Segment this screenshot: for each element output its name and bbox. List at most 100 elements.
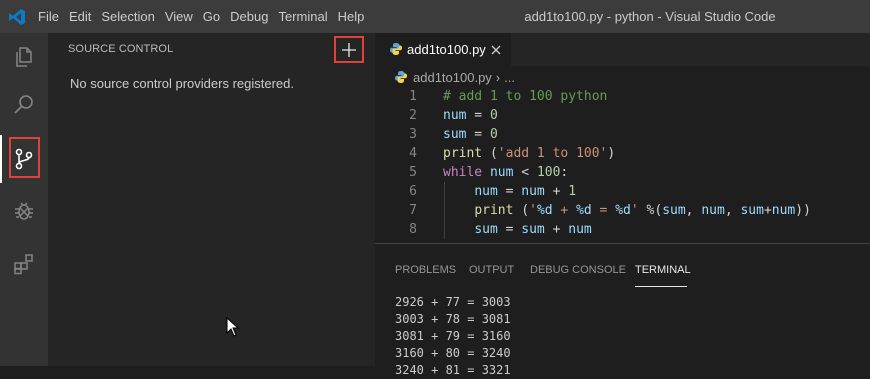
code-token: sum bbox=[662, 203, 686, 218]
code-token: num bbox=[771, 203, 796, 218]
code-token: ) bbox=[607, 146, 616, 161]
code-token: num bbox=[474, 184, 498, 199]
code-line[interactable]: 5 while num < 100: bbox=[375, 163, 870, 182]
tab-terminal[interactable]: TERMINAL bbox=[635, 264, 691, 276]
source-control-sidebar: SOURCE CONTROL No source control provide… bbox=[48, 33, 375, 366]
code-text: while num < 100: bbox=[443, 163, 568, 182]
code-token: + bbox=[544, 184, 569, 199]
no-providers-message: No source control providers registered. bbox=[70, 76, 294, 91]
menu-debug[interactable]: Debug bbox=[225, 0, 273, 33]
code-text: # add 1 to 100 python bbox=[443, 87, 607, 106]
code-token: + bbox=[544, 222, 569, 237]
debug-icon bbox=[15, 202, 33, 220]
code-token: = bbox=[466, 127, 490, 142]
line-number: 7 bbox=[409, 203, 417, 218]
line-number: 5 bbox=[409, 165, 417, 180]
code-token: , bbox=[724, 203, 741, 218]
breadcrumb: add1to100.py › ... bbox=[395, 67, 515, 87]
menu-selection[interactable]: Selection bbox=[96, 0, 159, 33]
breadcrumb-file[interactable]: add1to100.py bbox=[413, 70, 492, 85]
tab-output[interactable]: OUTPUT bbox=[469, 264, 514, 276]
tab-label: add1to100.py bbox=[407, 42, 486, 57]
code-token: while bbox=[443, 165, 483, 180]
code-text: print ('%d + %d = %d' %(sum, num, sum+nu… bbox=[443, 201, 811, 220]
line-number: 3 bbox=[409, 127, 417, 142]
code-token: # add 1 to 100 python bbox=[443, 89, 608, 104]
code-line[interactable]: 7 print ('%d + %d = %d' %(sum, num, sum+… bbox=[375, 201, 870, 220]
code-token: print bbox=[474, 203, 514, 218]
code-token: ( bbox=[513, 203, 530, 218]
code-line[interactable]: 8 sum = sum + num bbox=[375, 220, 870, 239]
code-token: num bbox=[489, 165, 514, 180]
explorer-icon bbox=[16, 47, 32, 67]
tab-debug-console[interactable]: DEBUG CONSOLE bbox=[530, 264, 626, 276]
code-token: num bbox=[568, 222, 592, 237]
add-button-highlight bbox=[334, 36, 364, 63]
indent-guide bbox=[444, 182, 445, 239]
activity-bar bbox=[0, 33, 48, 366]
code-token: = bbox=[497, 184, 522, 199]
code-editor[interactable]: 1 # add 1 to 100 python 2 num = 0 3 sum = 0 4 p… bbox=[375, 87, 870, 243]
code-token: + bbox=[552, 203, 577, 218]
code-token: 0 bbox=[489, 108, 498, 123]
code-token: + bbox=[763, 203, 772, 218]
tab-add1to100[interactable]: add1to100.py bbox=[375, 33, 511, 66]
menu-go[interactable]: Go bbox=[198, 0, 225, 33]
activity-debug[interactable] bbox=[0, 187, 48, 235]
code-token: num bbox=[443, 108, 467, 123]
tab-problems[interactable]: PROBLEMS bbox=[395, 264, 456, 276]
search-icon bbox=[14, 95, 33, 114]
code-token: sum bbox=[740, 203, 764, 218]
code-line[interactable]: 3 sum = 0 bbox=[375, 125, 870, 144]
code-token: , bbox=[685, 203, 702, 218]
source-control-highlight bbox=[9, 137, 40, 178]
code-text: print ('add 1 to 100') bbox=[443, 144, 615, 163]
activity-explorer[interactable] bbox=[0, 33, 48, 81]
breadcrumb-symbol[interactable]: ... bbox=[504, 70, 515, 85]
extensions-icon bbox=[14, 254, 33, 275]
code-text: num = 0 bbox=[443, 106, 498, 125]
sidebar-title: SOURCE CONTROL bbox=[68, 43, 174, 55]
code-token: 'add 1 to 100' bbox=[497, 146, 608, 161]
code-token: sum bbox=[474, 222, 498, 237]
python-file-icon bbox=[395, 71, 407, 83]
menu-terminal[interactable]: Terminal bbox=[273, 0, 332, 33]
window-title: add1to100.py - python - Visual Studio Co… bbox=[524, 9, 776, 24]
menu-edit[interactable]: Edit bbox=[64, 0, 96, 33]
terminal-line: 3160 + 80 = 3240 bbox=[395, 346, 511, 360]
line-number: 8 bbox=[409, 222, 417, 237]
title-bar: File Edit Selection View Go Debug Termin… bbox=[0, 0, 870, 33]
line-number: 4 bbox=[409, 146, 417, 161]
activity-search[interactable] bbox=[0, 81, 48, 129]
vscode-logo-icon bbox=[9, 9, 25, 25]
breadcrumb-separator: › bbox=[495, 69, 501, 85]
code-text: sum = 0 bbox=[443, 125, 498, 144]
code-line[interactable]: 4 print ('add 1 to 100') bbox=[375, 144, 870, 163]
code-line[interactable]: 6 num = num + 1 bbox=[375, 182, 870, 201]
close-icon[interactable] bbox=[489, 43, 503, 57]
code-token: < bbox=[513, 165, 537, 180]
code-token: %d bbox=[576, 203, 592, 218]
code-token: : bbox=[560, 165, 569, 180]
code-token: %d bbox=[615, 203, 631, 218]
code-token: 100 bbox=[536, 165, 561, 180]
terminal-line: 3003 + 78 = 3081 bbox=[395, 312, 511, 326]
code-token: print bbox=[443, 146, 483, 161]
code-text: sum = sum + num bbox=[443, 220, 592, 239]
code-token: 1 bbox=[568, 184, 577, 199]
code-token: = bbox=[466, 108, 490, 123]
line-number: 2 bbox=[409, 108, 417, 123]
code-line[interactable]: 1 # add 1 to 100 python bbox=[375, 87, 870, 106]
menu-file[interactable]: File bbox=[33, 0, 64, 33]
mouse-pointer-icon bbox=[226, 317, 240, 337]
menu-view[interactable]: View bbox=[160, 0, 198, 33]
terminal-line: 2926 + 77 = 3003 bbox=[395, 295, 511, 309]
code-token: sum bbox=[521, 222, 545, 237]
code-line[interactable]: 2 num = 0 bbox=[375, 106, 870, 125]
code-token: = bbox=[591, 203, 616, 218]
menu-help[interactable]: Help bbox=[333, 0, 370, 33]
code-token: = bbox=[497, 222, 522, 237]
activity-extensions[interactable] bbox=[0, 240, 48, 288]
